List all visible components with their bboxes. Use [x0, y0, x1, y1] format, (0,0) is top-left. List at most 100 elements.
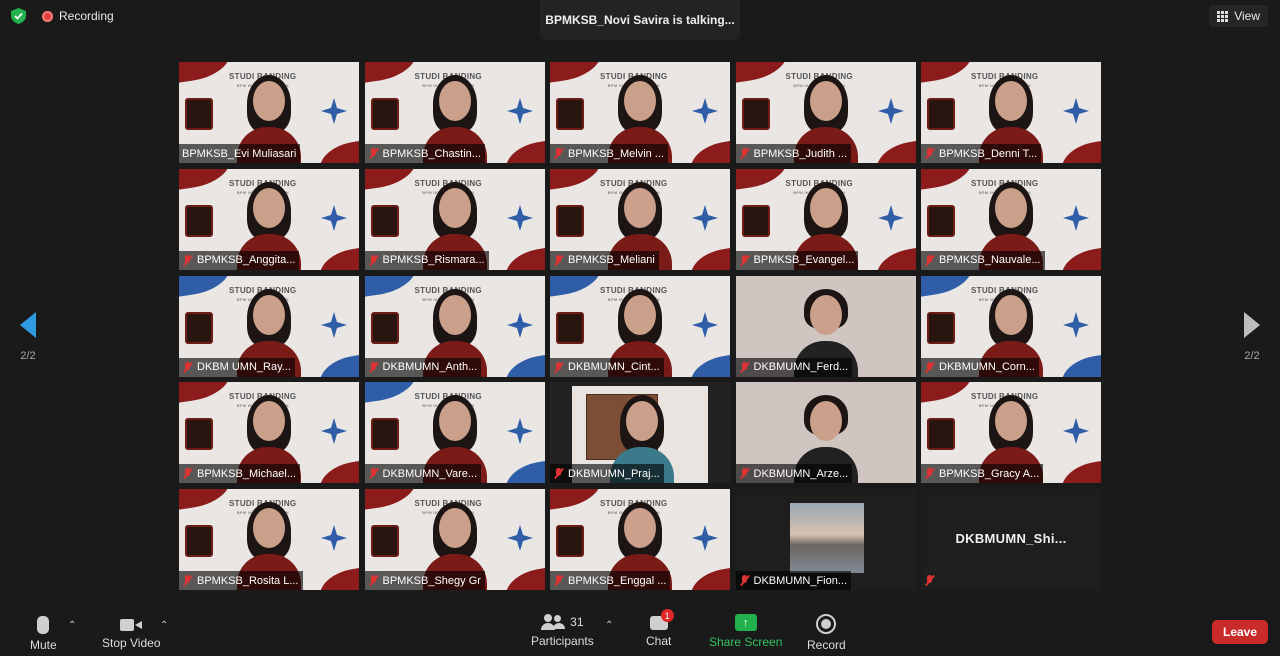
muted-microphone-icon	[368, 468, 379, 479]
banner-swoosh	[550, 275, 605, 299]
video-options-caret-icon[interactable]: ⌃	[160, 620, 168, 631]
participant-video-tile[interactable]: STUDI BANDINGBPM IKMKB-DKBM UMNBPMKSB_Ch…	[364, 62, 545, 163]
muted-microphone-icon	[553, 575, 564, 586]
participant-name: BPMKSB_Rosita L...	[197, 574, 299, 587]
muted-microphone-icon	[924, 361, 935, 373]
record-label: Record	[807, 638, 846, 652]
participant-video-tile[interactable]: DKBMUMN_Shi...	[921, 489, 1101, 590]
banner-swoosh	[501, 565, 545, 590]
share-screen-arrow-icon: ↑	[734, 614, 757, 631]
participant-video-tile[interactable]: DKBMUMN_Ferd...	[735, 275, 916, 377]
participant-video-tile[interactable]: DKBMUMN_Arze...	[735, 382, 916, 484]
participant-name: BPMKSB_Judith ...	[753, 147, 848, 160]
mute-label: Mute	[30, 638, 57, 652]
participant-video-tile[interactable]: STUDI BANDINGBPM IKMKB-DKBM UMNBPMKSB_Me…	[550, 62, 730, 163]
grid-view-icon	[1217, 10, 1229, 22]
participant-video-tile[interactable]: STUDI BANDINGBPM IKMKB-DKBM UMNBPMKSB_Gr…	[921, 382, 1101, 484]
banner-swoosh	[687, 244, 730, 270]
participant-video-tile[interactable]: STUDI BANDINGBPM IKMKB-DKBM UMNBPMKSB_An…	[179, 168, 359, 270]
banner-swoosh	[364, 275, 419, 299]
compass-star-logo-icon	[692, 311, 718, 338]
compass-star-logo-icon	[321, 418, 347, 445]
share-screen-button[interactable]: ↑ Share Screen	[709, 614, 782, 649]
participant-video-tile[interactable]: STUDI BANDINGBPM IKMKB-DKBM UMNBPMKSB_De…	[921, 62, 1101, 163]
participant-video-tile[interactable]: STUDI BANDINGBPM IKMKB-DKBM UMNDKBMUMN_C…	[550, 275, 730, 377]
banner-swoosh	[179, 275, 234, 299]
participant-name: BPMKSB_Chastin...	[382, 147, 481, 160]
participant-video-tile[interactable]: STUDI BANDINGBPM IKMKB-DKBM UMNDKBMUMN_V…	[364, 382, 545, 484]
view-button[interactable]: View	[1209, 5, 1268, 27]
muted-microphone-icon	[739, 148, 750, 159]
participant-video-tile[interactable]: STUDI BANDINGBPM IKMKB-DKBM UMNBPMKSB_Ri…	[364, 168, 545, 270]
stop-video-label: Stop Video	[102, 636, 161, 650]
organization-logo-icon	[927, 311, 955, 344]
participant-video-tile[interactable]: STUDI BANDINGBPM IKMKB-DKBM UMNBPMKSB_Ju…	[735, 62, 916, 163]
participant-video-tile[interactable]: STUDI BANDINGBPM IKMKB-DKBM UMNDKBM UMN_…	[179, 275, 359, 377]
participant-video-tile[interactable]: DKBMUMN_Fion...	[735, 489, 916, 590]
record-button[interactable]: Record	[807, 614, 846, 652]
participant-video-tile[interactable]: STUDI BANDINGBPM IKMKB-DKBM UMNBPMKSB_En…	[550, 489, 730, 590]
leave-button[interactable]: Leave	[1212, 620, 1268, 644]
banner-swoosh	[735, 62, 790, 85]
compass-star-logo-icon	[506, 98, 533, 124]
security-shield-icon[interactable]	[11, 8, 26, 24]
compass-star-logo-icon	[1063, 98, 1089, 124]
organization-logo-icon	[741, 204, 770, 237]
banner-swoosh	[179, 382, 234, 405]
participant-video-tile[interactable]: DKBMUMN_Praj...	[550, 382, 730, 484]
compass-star-logo-icon	[877, 98, 904, 124]
participants-options-caret-icon[interactable]: ⌃	[605, 620, 613, 631]
participant-name-tag: BPMKSB_Chastin...	[364, 144, 485, 163]
organization-logo-icon	[927, 98, 955, 130]
compass-star-logo-icon	[877, 204, 904, 231]
participant-video-tile[interactable]: STUDI BANDINGBPM IKMKB-DKBM UMNDKBMUMN_C…	[921, 275, 1101, 377]
next-page-button[interactable]: 2/2	[1238, 312, 1266, 362]
recording-indicator[interactable]: Recording	[42, 9, 114, 23]
organization-logo-icon	[370, 525, 399, 557]
record-icon	[816, 614, 837, 634]
participants-label: Participants	[531, 634, 594, 648]
muted-microphone-icon	[182, 254, 193, 266]
participant-video-tile[interactable]: STUDI BANDINGBPM IKMKB-DKBM UMNBPMKSB_Sh…	[364, 489, 545, 590]
muted-microphone-icon	[739, 468, 750, 479]
banner-swoosh	[1058, 458, 1101, 484]
chat-button[interactable]: 1 Chat	[646, 609, 674, 648]
participant-name-tag: BPMKSB_Michael...	[179, 464, 301, 484]
participants-button[interactable]: 31 Participants	[531, 614, 594, 648]
stop-video-button[interactable]: Stop Video	[102, 618, 161, 650]
participant-name: BPMKSB_Denni T...	[939, 147, 1038, 160]
participant-profile-picture	[789, 503, 864, 573]
organization-logo-icon	[185, 98, 213, 130]
compass-star-logo-icon	[506, 311, 533, 338]
compass-star-logo-icon	[506, 525, 533, 551]
organization-logo-icon	[556, 98, 584, 130]
mute-button[interactable]: Mute	[30, 616, 57, 652]
participant-video-tile[interactable]: STUDI BANDINGBPM IKMKB-DKBM UMNBPMKSB_Ev…	[179, 62, 359, 163]
banner-swoosh	[316, 244, 359, 270]
participant-name: BPMKSB_Anggita...	[197, 254, 296, 267]
organization-logo-icon	[556, 525, 584, 557]
compass-star-logo-icon	[692, 98, 718, 124]
compass-star-logo-icon	[1063, 311, 1089, 338]
banner-swoosh	[872, 244, 916, 270]
muted-microphone-icon	[553, 361, 564, 373]
participant-video-tile[interactable]: STUDI BANDINGBPM IKMKB-DKBM UMNBPMKSB_Ro…	[179, 489, 359, 590]
previous-page-button[interactable]: 2/2	[14, 312, 42, 362]
participant-video-tile[interactable]: STUDI BANDINGBPM IKMKB-DKBM UMNBPMKSB_Mi…	[179, 382, 359, 484]
participant-video-tile[interactable]: STUDI BANDINGBPM IKMKB-DKBM UMNBPMKSB_Ev…	[735, 168, 916, 270]
participant-name: BPMKSB_Melvin ...	[568, 147, 664, 160]
participant-name: DKBMUMN_Ferd...	[753, 361, 849, 373]
participant-video-tile[interactable]: STUDI BANDINGBPM IKMKB-DKBM UMNBPMKSB_Na…	[921, 168, 1101, 270]
banner-swoosh	[921, 382, 976, 405]
participant-name: DKBMUMN_Vare...	[382, 467, 478, 480]
participant-video-tile[interactable]: STUDI BANDINGBPM IKMKB-DKBM UMNBPMKSB_Me…	[550, 168, 730, 270]
participant-name-tag: BPMKSB_Gracy A...	[921, 464, 1044, 484]
active-speaker-text: BPMKSB_Novi Savira is talking...	[545, 13, 735, 27]
banner-swoosh	[921, 275, 976, 299]
participant-video-tile[interactable]: STUDI BANDINGBPM IKMKB-DKBM UMNDKBMUMN_A…	[364, 275, 545, 377]
participant-name-tag: DKBMUMN_Anth...	[364, 357, 482, 377]
participant-name-tag: DKBMUMN_Ferd...	[735, 357, 853, 377]
banner-swoosh	[179, 168, 234, 192]
audio-options-caret-icon[interactable]: ⌃	[68, 620, 76, 631]
participant-name-tag: BPMKSB_Nauvale...	[921, 250, 1045, 270]
